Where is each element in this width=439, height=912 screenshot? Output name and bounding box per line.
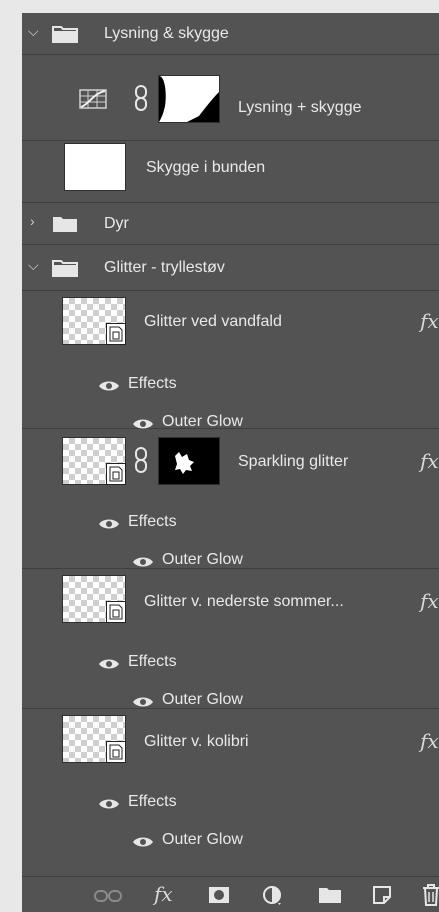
eye-icon[interactable] xyxy=(98,657,120,671)
fx-icon[interactable]: fx xyxy=(420,589,439,613)
eye-icon[interactable] xyxy=(132,695,154,709)
effect-outer-glow: Outer Glow xyxy=(162,831,243,848)
delete-icon[interactable] xyxy=(422,884,439,906)
folder-icon xyxy=(52,26,78,43)
layer-row-glitter-group[interactable]: ⌵ Glitter - tryllestøv xyxy=(22,245,439,291)
layer-row-skygge-i-bunden[interactable]: Skygge i bunden xyxy=(22,141,439,203)
add-mask-icon[interactable] xyxy=(208,886,230,904)
layer-row-glitter-ved-vandfald[interactable]: Glitter ved vandfald fx Effects Outer Gl… xyxy=(22,291,439,430)
layer-mask-thumbnail[interactable] xyxy=(158,437,220,485)
fx-icon[interactable]: fx xyxy=(420,729,439,753)
smart-object-icon xyxy=(106,463,126,485)
layer-thumbnail xyxy=(64,143,126,191)
layer-name: Sparkling glitter xyxy=(238,453,349,470)
layer-thumbnail xyxy=(62,297,126,345)
fx-icon[interactable]: fx xyxy=(420,449,439,473)
layer-thumbnail xyxy=(62,575,126,623)
chevron-right-icon[interactable]: › xyxy=(30,213,35,229)
eye-icon[interactable] xyxy=(98,379,120,393)
layer-row-dyr-group[interactable]: › Dyr xyxy=(22,203,439,245)
adjustment-layer-icon[interactable] xyxy=(262,885,284,907)
eye-icon[interactable] xyxy=(98,797,120,811)
chevron-down-icon[interactable]: ⌵ xyxy=(28,257,39,274)
layer-name: Lysning & skygge xyxy=(104,25,229,42)
effects-label: Effects xyxy=(128,793,177,810)
effects-label: Effects xyxy=(128,375,177,392)
layer-name: Glitter v. kolibri xyxy=(144,733,249,750)
layer-mask-thumbnail[interactable] xyxy=(158,75,220,123)
new-layer-icon[interactable] xyxy=(372,885,392,905)
effects-label: Effects xyxy=(128,513,177,530)
eye-icon[interactable] xyxy=(98,517,120,531)
layer-row-lysning-plus-skygge[interactable]: Lysning + skygge xyxy=(22,55,439,141)
effect-outer-glow: Outer Glow xyxy=(162,691,243,708)
eye-icon[interactable] xyxy=(132,835,154,849)
left-gutter xyxy=(0,0,22,912)
layer-name: Skygge i bunden xyxy=(146,159,266,176)
layer-name: Glitter ved vandfald xyxy=(144,313,282,330)
smart-object-icon xyxy=(106,741,126,763)
effects-label: Effects xyxy=(128,653,177,670)
smart-object-icon xyxy=(106,323,126,345)
eye-icon[interactable] xyxy=(132,555,154,569)
layer-row-lysning-skygge-group[interactable]: ⌵ Lysning & skygge xyxy=(22,13,439,55)
layer-row-glitter-kolibri[interactable]: Glitter v. kolibri fx Effects Outer Glow xyxy=(22,709,439,876)
fx-icon[interactable]: fx xyxy=(420,309,439,333)
layers-bottom-toolbar: fx xyxy=(22,876,439,912)
chevron-down-icon[interactable]: ⌵ xyxy=(28,23,39,40)
layer-row-glitter-nederste[interactable]: Glitter v. nederste sommer... fx Effects… xyxy=(22,569,439,709)
layer-name: Glitter - tryllestøv xyxy=(104,259,225,276)
new-group-icon[interactable] xyxy=(318,886,342,904)
folder-icon xyxy=(53,217,77,232)
effect-outer-glow: Outer Glow xyxy=(162,551,243,568)
chain-link-icon[interactable] xyxy=(134,447,148,473)
layers-panel: ⌵ Lysning & skygge Lysning + skygge Skyg… xyxy=(22,13,439,912)
smart-object-icon xyxy=(106,601,126,623)
layer-row-sparkling-glitter[interactable]: Sparkling glitter fx Effects Outer Glow xyxy=(22,429,439,569)
fx-icon[interactable]: fx xyxy=(154,882,173,906)
link-layers-icon[interactable] xyxy=(94,889,122,903)
layer-thumbnail xyxy=(62,715,126,763)
layer-name: Glitter v. nederste sommer... xyxy=(144,593,344,610)
layer-name: Dyr xyxy=(104,215,129,232)
layer-thumbnail xyxy=(62,437,126,485)
curves-adjustment-icon xyxy=(79,89,107,109)
chain-link-icon[interactable] xyxy=(134,85,148,111)
folder-icon xyxy=(52,260,78,277)
top-gutter xyxy=(0,0,439,13)
layer-name: Lysning + skygge xyxy=(238,99,362,116)
